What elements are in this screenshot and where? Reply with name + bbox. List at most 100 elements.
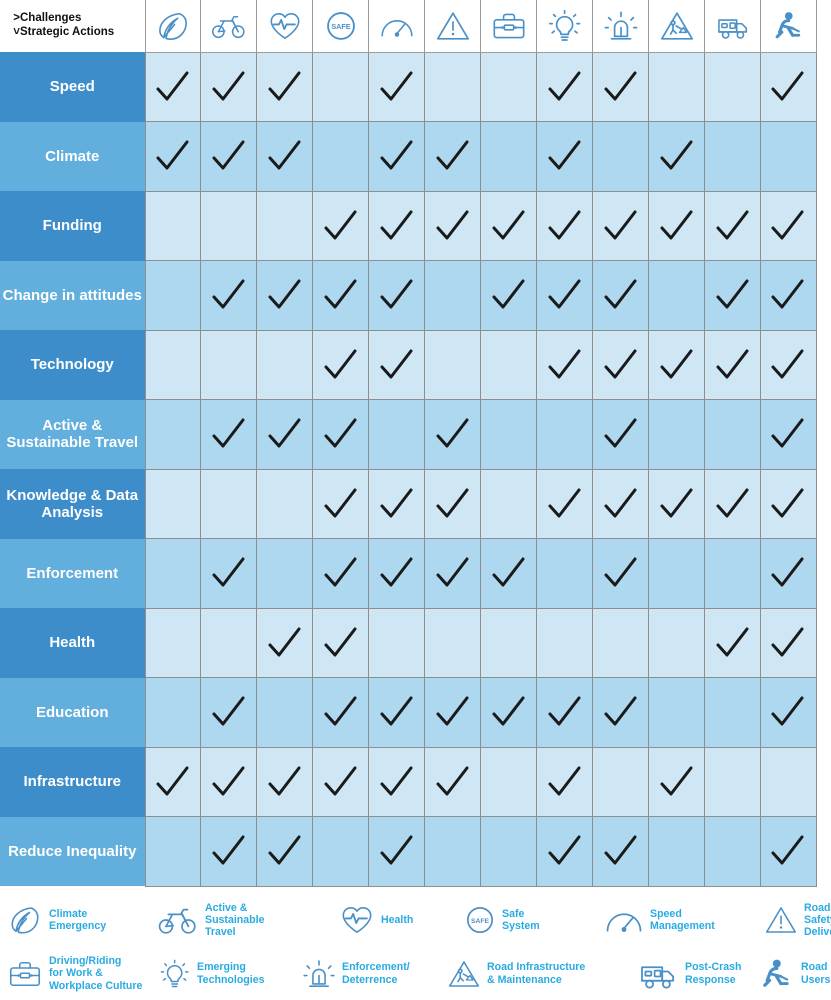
matrix-cell-empty[interactable] [592, 746, 650, 817]
column-header-emerging-technologies[interactable] [536, 0, 593, 53]
row-label-knowledge-data-analysis[interactable]: Knowledge & Data Analysis [0, 469, 145, 539]
matrix-cell-checked[interactable] [592, 816, 650, 887]
matrix-cell-checked[interactable] [200, 538, 258, 609]
matrix-cell-empty[interactable] [256, 190, 314, 261]
matrix-cell-checked[interactable] [200, 399, 258, 470]
matrix-cell-checked[interactable] [424, 121, 482, 192]
matrix-cell-checked[interactable] [256, 260, 314, 331]
matrix-cell-checked[interactable] [759, 51, 818, 122]
matrix-cell-checked[interactable] [200, 746, 258, 817]
matrix-cell-checked[interactable] [256, 121, 314, 192]
matrix-cell-empty[interactable] [480, 121, 538, 192]
matrix-cell-checked[interactable] [480, 677, 538, 748]
row-label-technology[interactable]: Technology [0, 330, 145, 400]
column-header-speed-management[interactable] [368, 0, 425, 53]
matrix-cell-checked[interactable] [759, 190, 818, 261]
matrix-cell-checked[interactable] [368, 746, 426, 817]
matrix-cell-checked[interactable] [200, 260, 258, 331]
matrix-cell-checked[interactable] [480, 538, 538, 609]
matrix-cell-checked[interactable] [368, 468, 426, 539]
matrix-cell-checked[interactable] [704, 260, 761, 331]
matrix-cell-empty[interactable] [759, 746, 818, 817]
matrix-cell-checked[interactable] [648, 190, 706, 261]
matrix-cell-checked[interactable] [256, 746, 314, 817]
matrix-cell-checked[interactable] [592, 677, 650, 748]
matrix-cell-checked[interactable] [759, 816, 818, 887]
matrix-cell-empty[interactable] [536, 607, 594, 678]
matrix-cell-empty[interactable] [200, 190, 258, 261]
matrix-cell-empty[interactable] [144, 538, 202, 609]
matrix-cell-checked[interactable] [648, 329, 706, 400]
matrix-cell-checked[interactable] [144, 121, 202, 192]
column-header-post-crash-response[interactable] [704, 0, 761, 53]
matrix-cell-empty[interactable] [312, 51, 370, 122]
matrix-cell-empty[interactable] [704, 51, 761, 122]
matrix-cell-checked[interactable] [759, 607, 818, 678]
matrix-cell-empty[interactable] [592, 121, 650, 192]
matrix-cell-empty[interactable] [704, 538, 761, 609]
matrix-cell-empty[interactable] [424, 260, 482, 331]
matrix-cell-empty[interactable] [144, 468, 202, 539]
matrix-cell-checked[interactable] [536, 121, 594, 192]
matrix-cell-checked[interactable] [424, 538, 482, 609]
matrix-cell-checked[interactable] [368, 538, 426, 609]
matrix-cell-empty[interactable] [312, 121, 370, 192]
row-label-climate[interactable]: Climate [0, 121, 145, 191]
matrix-cell-checked[interactable] [424, 746, 482, 817]
matrix-cell-empty[interactable] [480, 329, 538, 400]
matrix-cell-checked[interactable] [759, 329, 818, 400]
matrix-cell-empty[interactable] [648, 816, 706, 887]
matrix-cell-checked[interactable] [312, 260, 370, 331]
matrix-cell-empty[interactable] [480, 399, 538, 470]
matrix-cell-checked[interactable] [536, 51, 594, 122]
matrix-cell-checked[interactable] [592, 190, 650, 261]
matrix-cell-empty[interactable] [480, 607, 538, 678]
matrix-cell-empty[interactable] [144, 329, 202, 400]
matrix-cell-empty[interactable] [424, 51, 482, 122]
matrix-cell-checked[interactable] [704, 190, 761, 261]
matrix-cell-empty[interactable] [480, 468, 538, 539]
column-header-active-sustainable-travel[interactable] [200, 0, 257, 53]
row-label-health[interactable]: Health [0, 608, 145, 678]
column-header-climate-emergency[interactable] [144, 0, 201, 53]
column-header-road-users[interactable] [759, 0, 818, 53]
matrix-cell-checked[interactable] [648, 468, 706, 539]
matrix-cell-empty[interactable] [256, 677, 314, 748]
matrix-cell-checked[interactable] [256, 51, 314, 122]
row-label-speed[interactable]: Speed [0, 52, 145, 122]
matrix-cell-empty[interactable] [704, 746, 761, 817]
matrix-cell-checked[interactable] [480, 190, 538, 261]
matrix-cell-empty[interactable] [424, 329, 482, 400]
matrix-cell-checked[interactable] [312, 607, 370, 678]
matrix-cell-checked[interactable] [592, 260, 650, 331]
column-header-enforcement-deterrence[interactable] [592, 0, 649, 53]
matrix-cell-checked[interactable] [368, 816, 426, 887]
matrix-cell-checked[interactable] [256, 399, 314, 470]
matrix-cell-empty[interactable] [200, 607, 258, 678]
matrix-cell-checked[interactable] [312, 190, 370, 261]
matrix-cell-empty[interactable] [144, 816, 202, 887]
column-header-health[interactable] [256, 0, 313, 53]
matrix-cell-checked[interactable] [536, 677, 594, 748]
matrix-cell-empty[interactable] [312, 816, 370, 887]
row-label-education[interactable]: Education [0, 677, 145, 747]
matrix-cell-empty[interactable] [648, 51, 706, 122]
matrix-cell-checked[interactable] [312, 468, 370, 539]
matrix-cell-empty[interactable] [480, 51, 538, 122]
matrix-cell-empty[interactable] [144, 677, 202, 748]
matrix-cell-checked[interactable] [368, 51, 426, 122]
matrix-cell-checked[interactable] [759, 538, 818, 609]
matrix-cell-checked[interactable] [536, 190, 594, 261]
matrix-cell-checked[interactable] [648, 121, 706, 192]
matrix-cell-checked[interactable] [312, 538, 370, 609]
matrix-cell-empty[interactable] [424, 816, 482, 887]
row-label-change-in-attitudes[interactable]: Change in attitudes [0, 260, 145, 330]
column-header-driving-riding-work[interactable] [480, 0, 537, 53]
matrix-cell-checked[interactable] [368, 677, 426, 748]
matrix-cell-checked[interactable] [424, 677, 482, 748]
matrix-cell-empty[interactable] [536, 399, 594, 470]
matrix-cell-checked[interactable] [312, 329, 370, 400]
matrix-cell-empty[interactable] [704, 677, 761, 748]
matrix-cell-checked[interactable] [200, 677, 258, 748]
row-label-funding[interactable]: Funding [0, 191, 145, 261]
